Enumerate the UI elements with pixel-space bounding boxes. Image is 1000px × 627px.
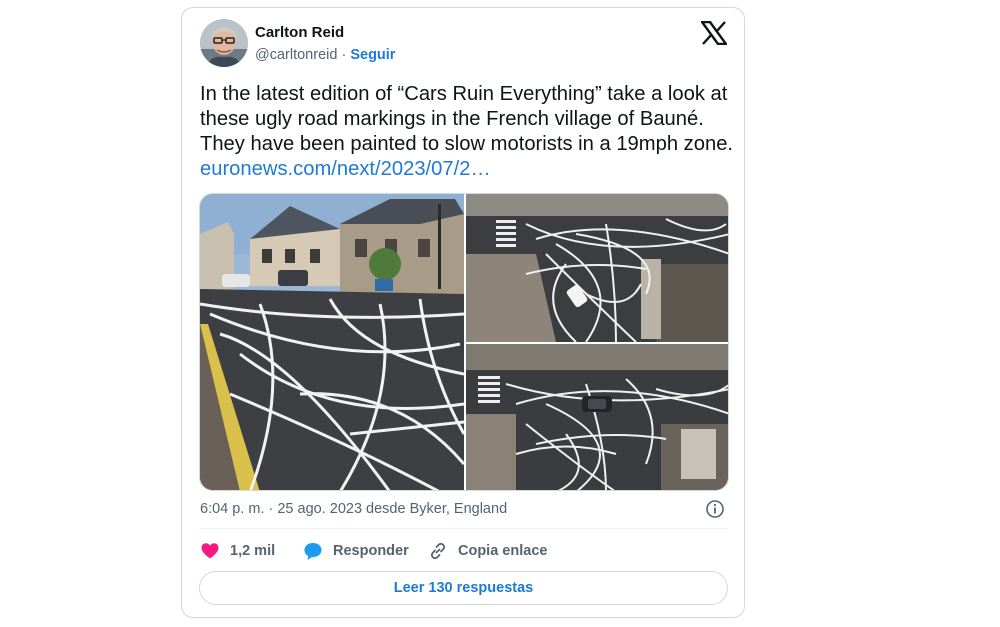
media-photo-aerial-1[interactable] (466, 194, 728, 342)
media-photo-aerial-2[interactable] (466, 344, 728, 490)
speech-bubble-icon (304, 543, 322, 560)
author-handle[interactable]: @carltonreid (255, 47, 337, 63)
meta-separator: · (341, 47, 347, 63)
tweet-card: Carlton Reid @carltonreid · Seguir In th… (181, 7, 745, 618)
avatar-photo (200, 19, 248, 67)
info-icon[interactable] (705, 499, 725, 519)
tweet-timestamp[interactable]: 6:04 p. m. · 25 ago. 2023 desde Byker, E… (200, 501, 507, 517)
follow-button[interactable]: Seguir (350, 47, 395, 63)
reply-label: Responder (333, 543, 409, 559)
avatar[interactable] (200, 19, 248, 67)
reply-button[interactable]: Responder (303, 540, 409, 562)
tweet-text: In the latest edition of “Cars Ruin Ever… (200, 83, 734, 155)
read-replies-button[interactable]: Leer 130 respuestas (199, 571, 728, 605)
tweet-link[interactable]: euronews.com/next/2023/07/2… (200, 158, 491, 180)
heart-icon (201, 543, 219, 559)
like-count: 1,2 mil (230, 543, 276, 559)
media-grid (199, 193, 729, 491)
divider (200, 528, 728, 529)
copy-link-label: Copia enlace (458, 543, 548, 559)
media-photo-street[interactable] (200, 194, 464, 490)
author-meta: @carltonreid · Seguir (255, 47, 395, 63)
tweet-body: In the latest edition of “Cars Ruin Ever… (200, 82, 735, 182)
link-icon (430, 542, 446, 560)
x-logo-icon[interactable] (699, 20, 729, 46)
author-name[interactable]: Carlton Reid (255, 24, 344, 41)
copy-link-button[interactable]: Copia enlace (428, 540, 547, 562)
read-replies-label: Leer 130 respuestas (393, 580, 534, 596)
like-button[interactable]: 1,2 mil (200, 540, 275, 562)
